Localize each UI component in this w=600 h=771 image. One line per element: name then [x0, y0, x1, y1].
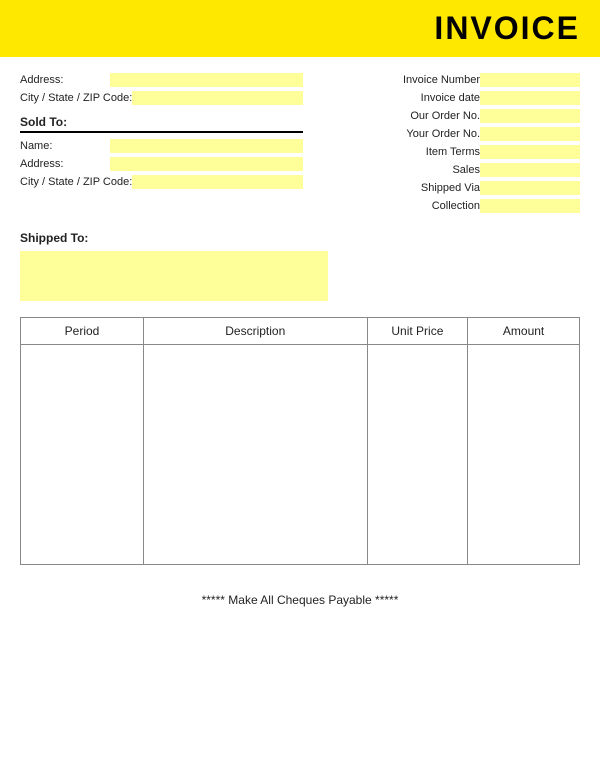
our-order-field[interactable]: [480, 109, 580, 123]
name-field[interactable]: [110, 139, 303, 153]
table-cell-unit-price[interactable]: [367, 345, 468, 565]
your-order-row: Your Order No.: [323, 127, 580, 141]
our-order-row: Our Order No.: [323, 109, 580, 123]
left-column: Address: City / State / ZIP Code: Sold T…: [20, 73, 303, 217]
address2-field[interactable]: [110, 157, 303, 171]
table-row: [21, 345, 580, 565]
footer-text: ***** Make All Cheques Payable *****: [202, 593, 399, 607]
address2-label: Address:: [20, 158, 110, 170]
shipped-to-field[interactable]: [20, 251, 328, 301]
city-field[interactable]: [132, 91, 303, 105]
collection-field[interactable]: [480, 199, 580, 213]
table-cell-amount[interactable]: [468, 345, 580, 565]
address2-row: Address:: [20, 157, 303, 171]
item-terms-label: Item Terms: [380, 146, 480, 158]
invoice-date-row: Invoice date: [323, 91, 580, 105]
our-order-label: Our Order No.: [380, 110, 480, 122]
invoice-date-field[interactable]: [480, 91, 580, 105]
shipped-to-section: Shipped To:: [20, 231, 580, 301]
table-cell-description[interactable]: [143, 345, 367, 565]
item-terms-row: Item Terms: [323, 145, 580, 159]
item-terms-field[interactable]: [480, 145, 580, 159]
address-row: Address:: [20, 73, 303, 87]
col-header-amount: Amount: [468, 318, 580, 345]
your-order-field[interactable]: [480, 127, 580, 141]
city-label: City / State / ZIP Code:: [20, 92, 132, 104]
collection-label: Collection: [380, 200, 480, 212]
shipped-to-label: Shipped To:: [20, 231, 580, 245]
city2-label: City / State / ZIP Code:: [20, 176, 132, 188]
sold-to-label: Sold To:: [20, 115, 303, 133]
col-header-period: Period: [21, 318, 144, 345]
address-field[interactable]: [110, 73, 303, 87]
shipped-via-label: Shipped Via: [380, 182, 480, 194]
name-label: Name:: [20, 140, 110, 152]
shipped-via-field[interactable]: [480, 181, 580, 195]
sales-row: Sales: [323, 163, 580, 177]
address-label: Address:: [20, 74, 110, 86]
city2-field[interactable]: [132, 175, 303, 189]
footer: ***** Make All Cheques Payable *****: [0, 593, 600, 607]
sales-label: Sales: [380, 164, 480, 176]
col-header-description: Description: [143, 318, 367, 345]
invoice-header: INVOICE: [0, 0, 600, 57]
invoice-title: INVOICE: [434, 10, 580, 46]
your-order-label: Your Order No.: [380, 128, 480, 140]
sold-to-section: Sold To: Name: Address: City / State / Z…: [20, 115, 303, 189]
shipped-via-row: Shipped Via: [323, 181, 580, 195]
table-cell-period[interactable]: [21, 345, 144, 565]
main-content: Address: City / State / ZIP Code: Sold T…: [0, 57, 600, 585]
city-row: City / State / ZIP Code:: [20, 91, 303, 105]
invoice-table: Period Description Unit Price Amount: [20, 317, 580, 565]
city2-row: City / State / ZIP Code:: [20, 175, 303, 189]
invoice-date-label: Invoice date: [380, 92, 480, 104]
right-column: Invoice Number Invoice date Our Order No…: [313, 73, 580, 217]
invoice-number-label: Invoice Number: [380, 74, 480, 86]
name-row: Name:: [20, 139, 303, 153]
invoice-table-section: Period Description Unit Price Amount: [20, 317, 580, 565]
top-section: Address: City / State / ZIP Code: Sold T…: [20, 73, 580, 217]
sales-field[interactable]: [480, 163, 580, 177]
invoice-number-field[interactable]: [480, 73, 580, 87]
table-header-row: Period Description Unit Price Amount: [21, 318, 580, 345]
col-header-unit-price: Unit Price: [367, 318, 468, 345]
collection-row: Collection: [323, 199, 580, 213]
invoice-number-row: Invoice Number: [323, 73, 580, 87]
